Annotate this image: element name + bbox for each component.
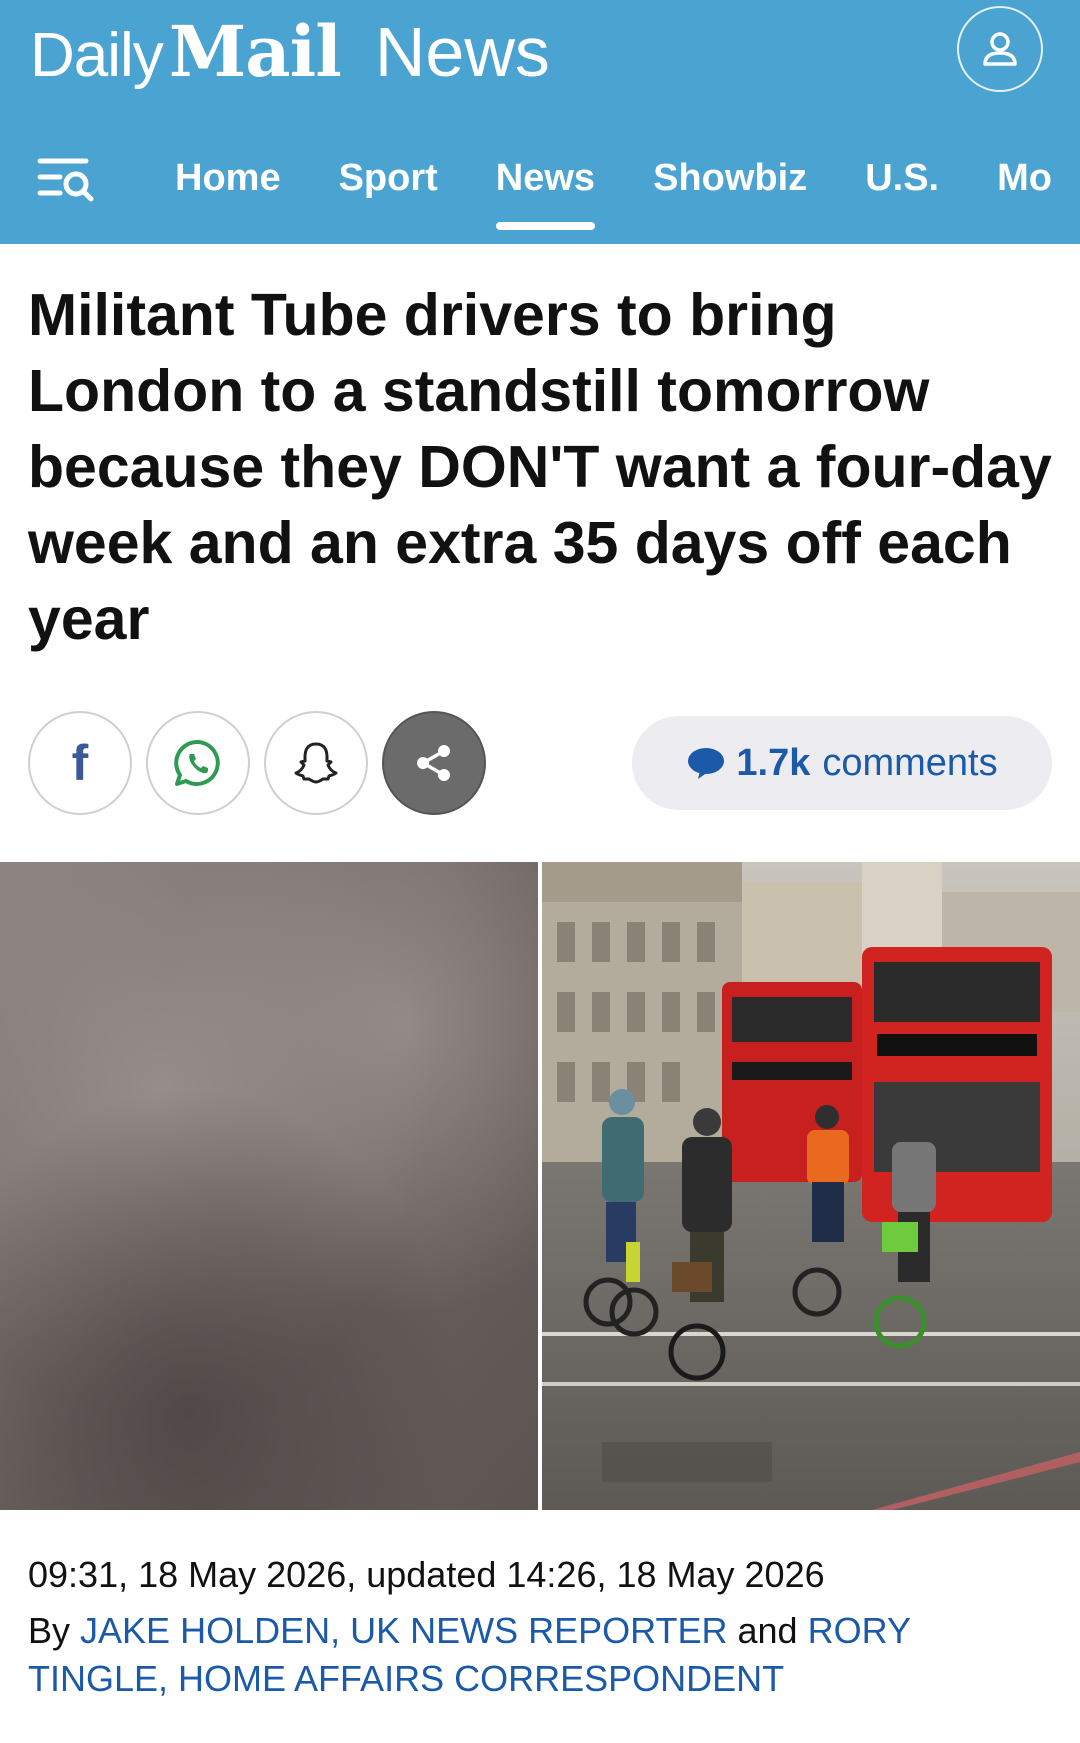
byline-by: By [28,1610,71,1651]
article-timestamp: 09:31, 18 May 2026, updated 14:26, 18 Ma… [28,1554,825,1595]
site-logo[interactable]: Daily Mail News [30,10,550,94]
nav-more[interactable]: Mo [997,148,1052,208]
nav-news[interactable]: News [495,148,596,230]
account-button[interactable] [957,6,1043,92]
byline-and: and [737,1610,798,1651]
snapchat-icon [294,742,338,784]
nav-us[interactable]: U.S. [865,148,939,208]
main-nav: Home Sport News Showbiz U.S. Mo [150,148,1080,230]
share-icon [417,745,450,781]
menu-search-icon[interactable] [36,155,96,205]
comment-label: comments [822,741,998,784]
section-title: News [374,13,550,91]
user-icon [983,32,1017,66]
speech-bubble-icon [688,748,725,779]
site-header: Daily Mail News Home Sport News Showbiz … [0,0,1080,244]
comments-button[interactable]: 1.7k comments [632,716,1052,810]
comment-count: 1.7k [736,741,811,784]
blurred-photo[interactable] [0,862,538,1510]
facebook-icon: f [71,735,89,791]
logo-mail: Mail [168,10,342,93]
logo-daily: Daily [30,21,164,90]
nav-home[interactable]: Home [175,148,281,208]
facebook-share-button[interactable]: f [28,711,132,815]
whatsapp-share-button[interactable] [146,711,250,815]
snapchat-share-button[interactable] [264,711,368,815]
cyclists-buses-photo[interactable] [542,862,1080,1510]
nav-sport[interactable]: Sport [339,148,438,208]
article-hero-images [0,862,1080,1510]
author-link-1[interactable]: JAKE HOLDEN, UK NEWS REPORTER [80,1610,727,1651]
whatsapp-icon [174,739,220,786]
article-byline: By JAKE HOLDEN, UK NEWS REPORTER and ROR… [28,1607,1058,1703]
article-headline: Militant Tube drivers to bring London to… [28,282,1052,652]
more-share-button[interactable] [382,711,486,815]
nav-showbiz[interactable]: Showbiz [653,148,807,208]
